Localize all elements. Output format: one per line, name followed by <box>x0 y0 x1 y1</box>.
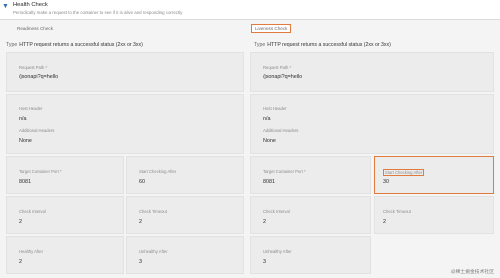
liveness-check-timeout-field[interactable]: Check Timeout 2 <box>374 196 494 234</box>
liveness-type-line: Type HTTP request returns a successful st… <box>254 42 391 48</box>
liveness-target-port-value: 8081 <box>263 179 275 185</box>
liveness-check-label[interactable]: Liveness Check <box>251 24 292 33</box>
readiness-target-port-field[interactable]: Target Container Port * 8081 <box>6 156 124 194</box>
liveness-check-timeout-label: Check Timeout <box>383 209 411 214</box>
readiness-start-checking-value: 60 <box>139 179 145 185</box>
liveness-start-checking-value: 30 <box>383 179 389 185</box>
readiness-start-checking-field[interactable]: Start Checking After 60 <box>126 156 244 194</box>
liveness-target-port-field[interactable]: Target Container Port * 8081 <box>250 156 371 194</box>
liveness-check-timeout-value: 2 <box>383 219 386 225</box>
readiness-headers-field[interactable]: Host Header n/a Additional Headers None <box>6 94 244 154</box>
readiness-unhealthy-after-label: Unhealthy After <box>139 249 168 254</box>
readiness-healthy-after-value: 2 <box>19 259 22 265</box>
readiness-healthy-after-field[interactable]: Healthy After 2 <box>6 236 124 274</box>
liveness-additional-headers-label: Additional Headers <box>263 128 299 133</box>
readiness-request-path-label: Request Path * <box>19 65 48 70</box>
readiness-type-value: HTTP request returns a successful status… <box>19 42 143 48</box>
readiness-request-path-value: /jsonapi?q=hello <box>19 74 59 80</box>
health-check-header: ▼ Health Check Periodically make a reque… <box>0 0 500 20</box>
section-title: Health Check <box>13 2 48 8</box>
watermark: @稀土掘金技术社区 <box>450 270 494 275</box>
readiness-target-port-label: Target Container Port * <box>19 169 62 174</box>
liveness-type-value: HTTP request returns a successful status… <box>267 42 391 48</box>
liveness-additional-headers-value: None <box>263 138 276 144</box>
liveness-request-path-field[interactable]: Request Path * /jsonapi?q=hello <box>250 52 494 92</box>
readiness-additional-headers-label: Additional Headers <box>19 128 55 133</box>
liveness-host-header-value: n/a <box>263 116 271 122</box>
section-description: Periodically make a request to the conta… <box>13 10 183 15</box>
readiness-host-header-label: Host Header <box>19 106 43 111</box>
liveness-host-header-label: Host Header <box>263 106 287 111</box>
liveness-start-checking-label: Start Checking After <box>383 169 425 176</box>
readiness-additional-headers-value: None <box>19 138 32 144</box>
liveness-unhealthy-after-value: 3 <box>263 259 266 265</box>
liveness-request-path-value: /jsonapi?q=hello <box>263 74 303 80</box>
readiness-check-interval-field[interactable]: Check Interval 2 <box>6 196 124 234</box>
readiness-unhealthy-after-field[interactable]: Unhealthy After 3 <box>126 236 244 274</box>
liveness-unhealthy-after-label: Unhealthy After <box>263 249 292 254</box>
liveness-check-interval-label: Check Interval <box>263 209 290 214</box>
readiness-healthy-after-label: Healthy After <box>19 249 43 254</box>
readiness-unhealthy-after-value: 3 <box>139 259 142 265</box>
collapse-triangle-icon[interactable]: ▼ <box>2 3 10 11</box>
liveness-headers-field[interactable]: Host Header n/a Additional Headers None <box>250 94 494 154</box>
readiness-target-port-value: 8081 <box>19 179 31 185</box>
readiness-request-path-field[interactable]: Request Path * /jsonapi?q=hello <box>6 52 244 92</box>
readiness-check-interval-label: Check Interval <box>19 209 46 214</box>
readiness-check-timeout-field[interactable]: Check Timeout 2 <box>126 196 244 234</box>
liveness-check-interval-value: 2 <box>263 219 266 225</box>
liveness-target-port-label: Target Container Port * <box>263 169 306 174</box>
readiness-check-timeout-label: Check Timeout <box>139 209 167 214</box>
readiness-check-label[interactable]: Readiness Check <box>17 26 53 31</box>
liveness-type-key: Type <box>254 42 266 48</box>
readiness-start-checking-label: Start Checking After <box>139 169 177 174</box>
readiness-type-line: Type HTTP request returns a successful st… <box>6 42 143 48</box>
readiness-type-key: Type <box>6 42 18 48</box>
readiness-check-interval-value: 2 <box>19 219 22 225</box>
liveness-request-path-label: Request Path * <box>263 65 292 70</box>
liveness-unhealthy-after-field[interactable]: Unhealthy After 3 <box>250 236 371 274</box>
liveness-start-checking-field[interactable]: Start Checking After 30 <box>374 156 494 194</box>
readiness-check-timeout-value: 2 <box>139 219 142 225</box>
readiness-host-header-value: n/a <box>19 116 27 122</box>
liveness-check-interval-field[interactable]: Check Interval 2 <box>250 196 371 234</box>
